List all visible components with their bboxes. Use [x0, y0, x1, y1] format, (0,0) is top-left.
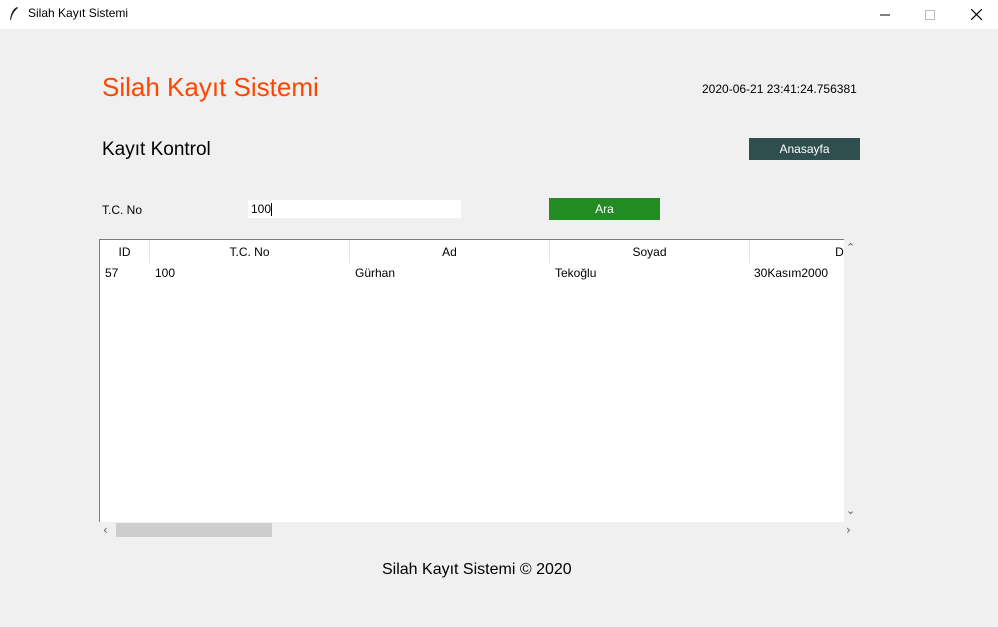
- tc-label: T.C. No: [102, 203, 143, 217]
- column-header-ad[interactable]: Ad: [350, 240, 550, 263]
- minimize-button[interactable]: [862, 0, 908, 29]
- close-button[interactable]: [953, 0, 998, 29]
- column-header-tc[interactable]: T.C. No: [150, 240, 350, 263]
- results-table[interactable]: ID T.C. No Ad Soyad Doğu 57 100 Gürhan T…: [99, 239, 844, 522]
- maximize-button[interactable]: [907, 0, 953, 29]
- minimize-icon: [880, 14, 890, 15]
- scroll-up-icon[interactable]: ⌃: [846, 242, 855, 253]
- table-header: ID T.C. No Ad Soyad Doğu: [100, 240, 844, 263]
- column-header-dogum[interactable]: Doğu: [750, 240, 844, 263]
- footer-text: Silah Kayıt Sistemi © 2020: [382, 561, 572, 578]
- close-icon: [970, 9, 982, 20]
- search-button[interactable]: Ara: [549, 198, 660, 220]
- tc-input[interactable]: 100: [248, 200, 461, 218]
- feather-icon: [10, 7, 18, 20]
- scroll-left-icon[interactable]: ‹: [103, 524, 108, 536]
- scroll-right-icon[interactable]: ›: [846, 524, 851, 536]
- cell-id: 57: [105, 266, 119, 280]
- cell-ad: Gürhan: [355, 266, 396, 280]
- table-row[interactable]: 57 100 Gürhan Tekoğlu 30Kasım2000: [100, 263, 844, 283]
- cell-tc: 100: [155, 266, 176, 280]
- app-title: Silah Kayıt Sistemi: [102, 72, 319, 102]
- vertical-scrollbar[interactable]: ⌃ ⌄: [844, 239, 858, 522]
- maximize-icon: [925, 9, 935, 20]
- title-bar: Silah Kayıt Sistemi: [0, 0, 998, 29]
- horizontal-scrollbar[interactable]: ‹ ›: [99, 522, 858, 538]
- datetime-label: 2020-06-21 23:41:24.756381: [702, 82, 857, 96]
- cell-dogum: 30Kasım2000: [754, 266, 829, 280]
- section-title: Kayıt Kontrol: [102, 139, 211, 160]
- cell-soyad: Tekoğlu: [555, 266, 597, 280]
- home-button[interactable]: Anasayfa: [749, 138, 860, 160]
- tc-input-value: 100: [251, 202, 272, 216]
- window-title: Silah Kayıt Sistemi: [28, 6, 129, 20]
- scroll-down-icon[interactable]: ⌄: [846, 505, 855, 516]
- column-header-soyad[interactable]: Soyad: [550, 240, 750, 263]
- column-header-id[interactable]: ID: [100, 240, 150, 263]
- horizontal-scroll-thumb[interactable]: [116, 523, 272, 537]
- text-cursor: [271, 202, 273, 216]
